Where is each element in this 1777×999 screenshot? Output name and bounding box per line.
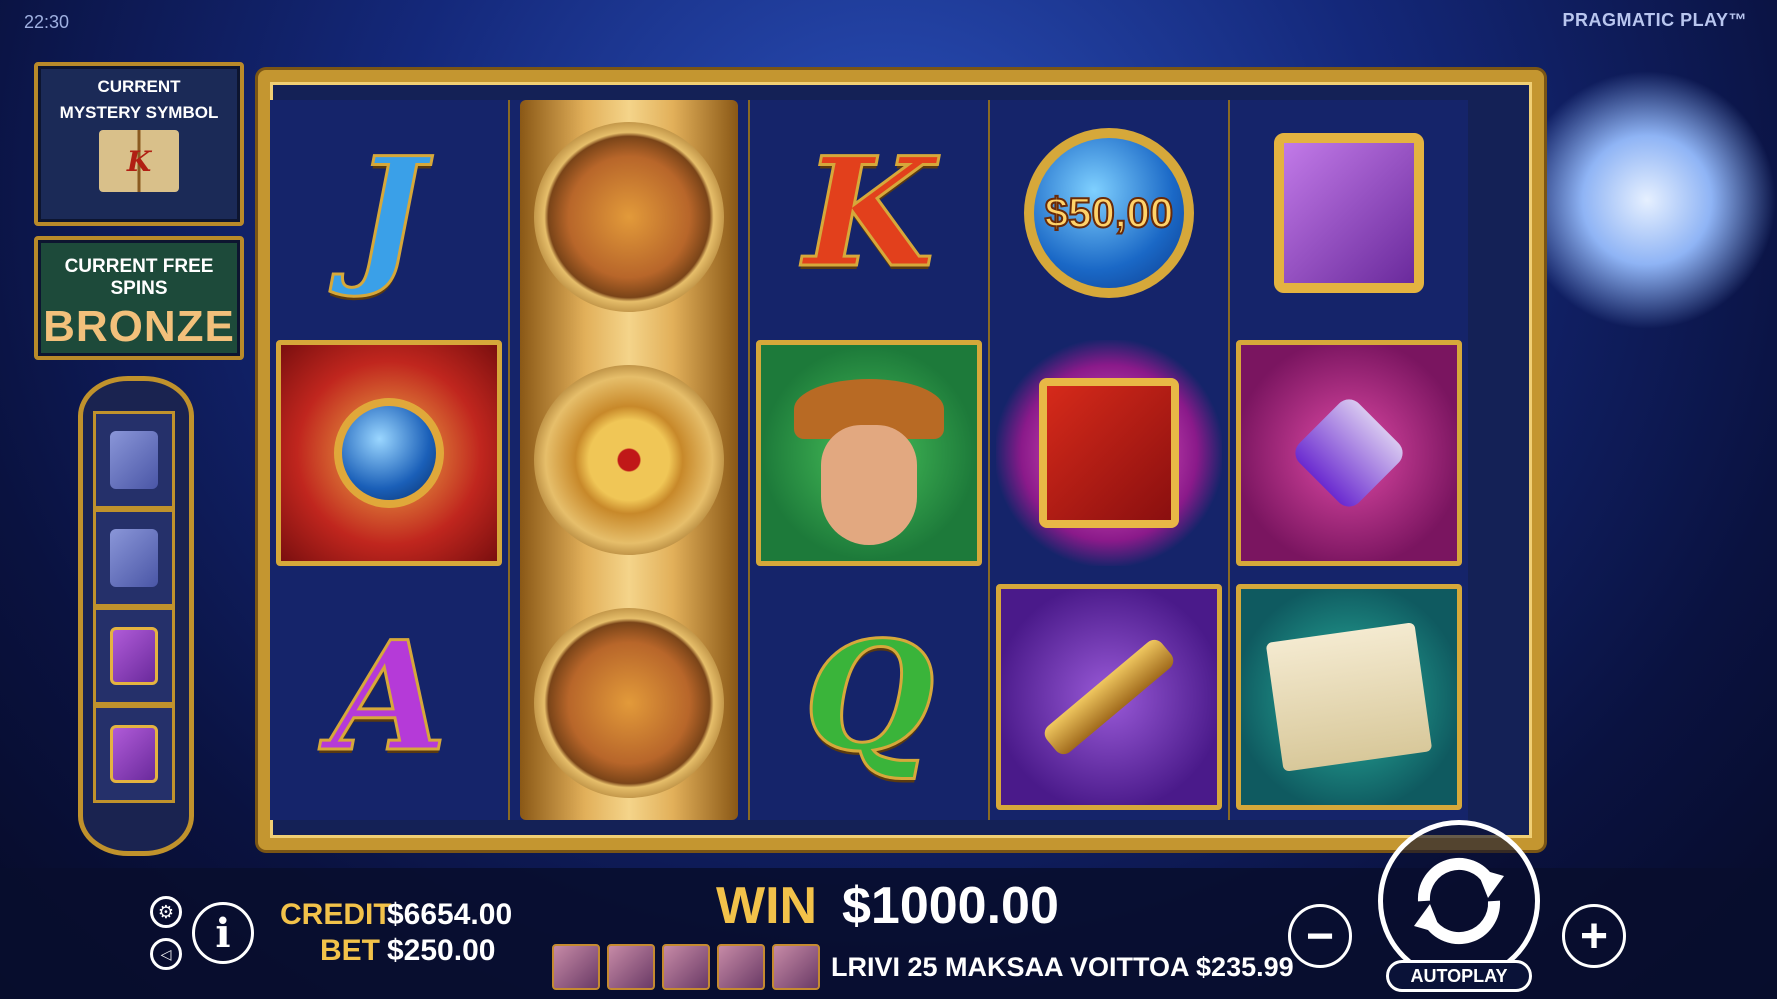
symbol-explorer: [756, 340, 982, 566]
symbol-cell: K: [756, 100, 982, 326]
collected-book-slot: [93, 411, 175, 509]
symbol-quill-ink: [1236, 340, 1462, 566]
reel-2: [510, 100, 750, 820]
mystery-title-line1: CURRENT: [97, 77, 181, 96]
reel-1: J A: [270, 100, 510, 820]
wolf-icon: [552, 944, 600, 990]
expanded-compass-symbol: [520, 100, 738, 820]
reel-5: [1230, 100, 1468, 820]
win-label: WIN: [716, 877, 818, 935]
symbol-cell: A: [276, 584, 502, 810]
line-win-info: LRIVI 25 MAKSAA VOITTOA $235.99: [552, 944, 1294, 990]
credit-label: CREDIT: [280, 898, 392, 931]
brand-logo: PRAGMATIC PLAY™: [1562, 10, 1747, 30]
mystery-symbol-panel: CURRENT MYSTERY SYMBOL K: [34, 62, 244, 226]
line-win-text: LRIVI 25 MAKSAA VOITTOA $235.99: [831, 951, 1294, 982]
scroll-icon: [1265, 622, 1433, 772]
symbol-j: J: [352, 124, 426, 303]
collected-book-slot: [93, 607, 175, 705]
mystery-book-icon: K: [99, 130, 179, 192]
money-coin-symbol: $50,00: [1024, 128, 1194, 298]
coin-value: $50,00: [1044, 188, 1174, 237]
book-grey-icon: [110, 431, 158, 489]
purple-book-icon: [1274, 133, 1424, 293]
symbol-armillary-sphere: [276, 340, 502, 566]
book-gold-icon: [110, 725, 158, 783]
book-collection-tower: [78, 376, 194, 856]
gear-icon: ⚙: [157, 901, 175, 922]
compass-star-icon: [534, 365, 724, 555]
increase-bet-button[interactable]: +: [1562, 904, 1626, 968]
spin-button[interactable]: [1378, 820, 1540, 982]
bet-value: $250.00: [387, 934, 496, 967]
mystery-title-line2: MYSTERY SYMBOL: [59, 103, 219, 122]
free-spins-title: CURRENT FREE SPINS: [64, 256, 214, 299]
symbol-map-scroll: [1236, 584, 1462, 810]
spin-arrows-icon: [1414, 857, 1504, 945]
compass-icon: [534, 608, 724, 798]
bet-label: BET: [320, 934, 380, 967]
collected-book-slot: [93, 705, 175, 803]
sound-button[interactable]: ◁: [150, 938, 182, 970]
autoplay-button[interactable]: AUTOPLAY: [1386, 960, 1532, 992]
symbol-mystery-book: [996, 340, 1222, 566]
telescope-icon: [1040, 635, 1178, 759]
symbol-cell: J: [276, 100, 502, 326]
symbol-q: Q: [802, 608, 936, 787]
symbol-a: A: [329, 608, 448, 787]
info-icon: i: [215, 909, 231, 957]
compass-icon: [534, 122, 724, 312]
decrease-bet-button[interactable]: −: [1288, 904, 1352, 968]
face-icon: [821, 425, 917, 545]
symbol-k: K: [802, 124, 935, 303]
collected-book-slot: [93, 509, 175, 607]
globe-icon: [334, 398, 444, 508]
wolf-icon: [607, 944, 655, 990]
free-spins-level: BRONZE: [43, 302, 235, 351]
minus-icon: −: [1305, 909, 1335, 963]
info-button[interactable]: i: [192, 902, 254, 964]
wolf-icon: [662, 944, 710, 990]
reels-frame: J A K Q $50,00: [258, 70, 1544, 850]
symbol-telescope: [996, 584, 1222, 810]
speaker-icon: ◁: [160, 945, 172, 962]
ink-bottle-icon: [1289, 393, 1409, 513]
free-spins-panel: CURRENT FREE SPINS BRONZE: [34, 236, 244, 360]
symbol-cell: $50,00: [996, 100, 1222, 326]
wolf-icon: [772, 944, 820, 990]
mystery-symbol: K: [126, 144, 152, 178]
reel-4: $50,00: [990, 100, 1230, 820]
credit-value: $6654.00: [387, 898, 513, 931]
settings-button[interactable]: ⚙: [150, 896, 182, 928]
moon: [1517, 70, 1777, 330]
plus-icon: +: [1579, 909, 1609, 963]
book-grey-icon: [110, 529, 158, 587]
win-value: $1000.00: [842, 877, 1059, 935]
symbol-treasure-book: [1236, 100, 1462, 326]
reel-3: K Q: [750, 100, 990, 820]
clock: 22:30: [24, 12, 70, 32]
symbol-cell: Q: [756, 584, 982, 810]
wolf-icon: [717, 944, 765, 990]
book-icon: [1039, 378, 1179, 528]
book-gold-icon: [110, 627, 158, 685]
